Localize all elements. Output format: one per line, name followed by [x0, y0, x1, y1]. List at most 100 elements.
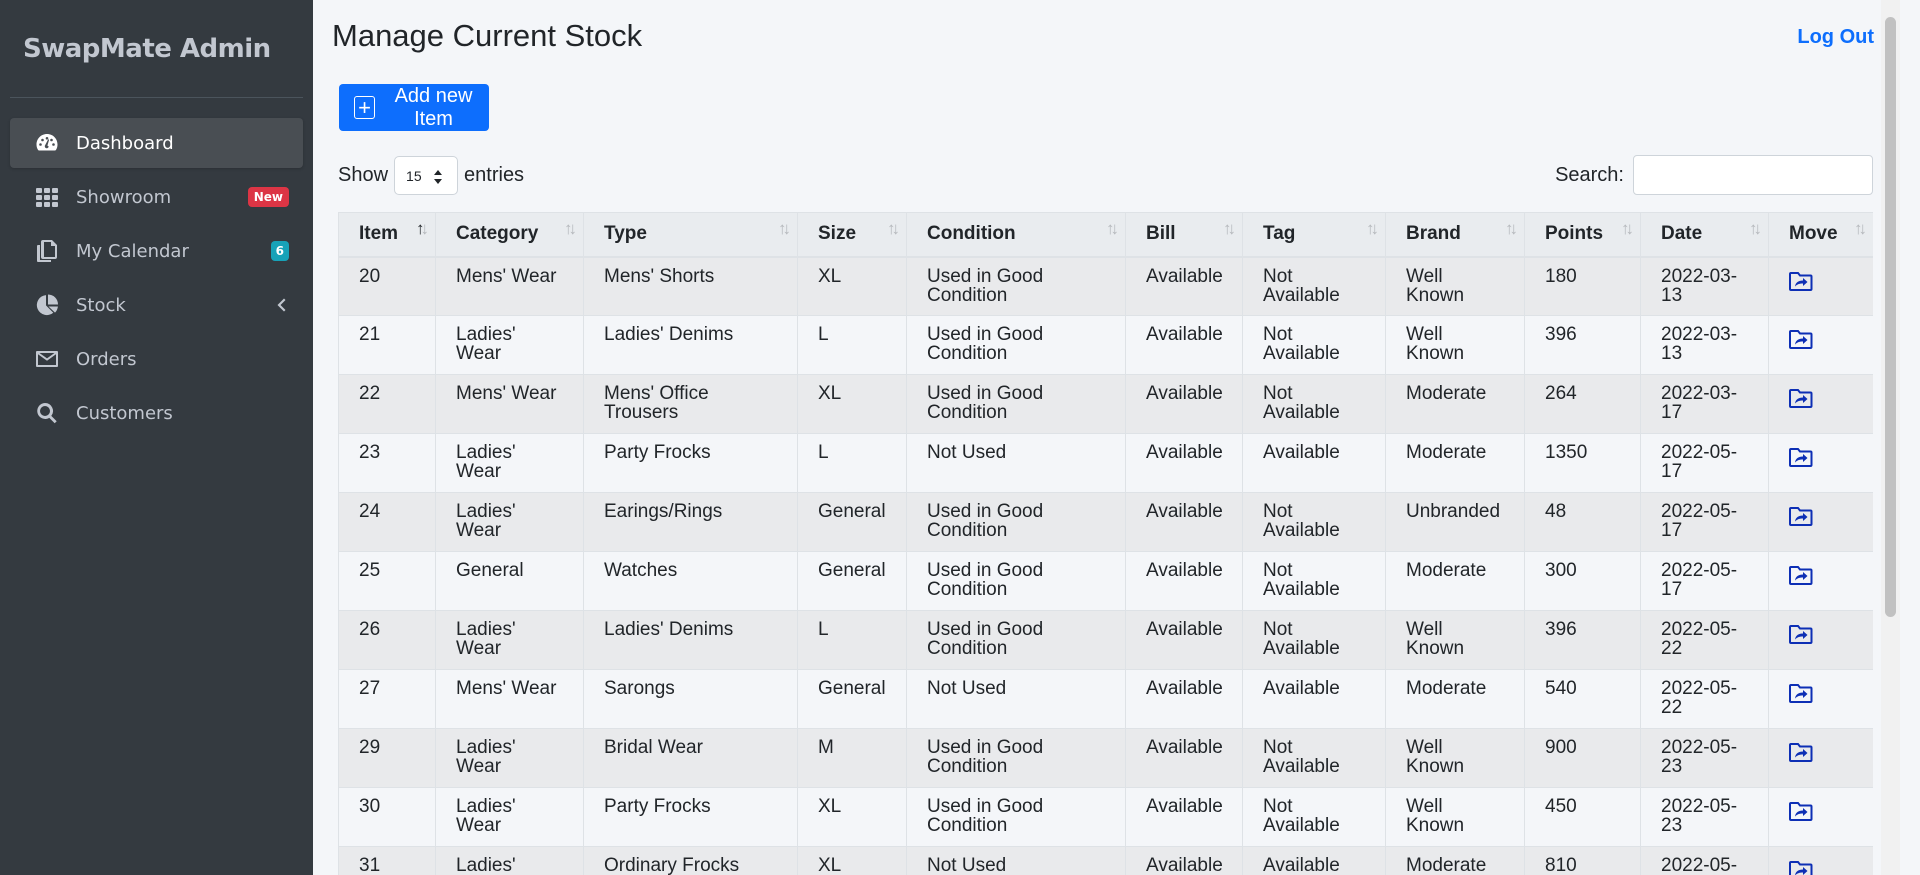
sidebar-item-dashboard[interactable]: Dashboard: [10, 118, 303, 168]
column-header-item[interactable]: Item ↑↓: [338, 212, 436, 258]
column-header-points[interactable]: Points ↑↓: [1524, 212, 1641, 258]
sort-icon[interactable]: ↑↓: [1366, 219, 1379, 239]
table-row: 30 Ladies' Wear Party Frocks XL Used in Good…: [338, 787, 1873, 847]
column-header-label: Size: [818, 223, 857, 244]
sidebar-item-my-calendar[interactable]: My Calendar 6: [10, 226, 303, 276]
sort-icon[interactable]: ↑↓: [1854, 219, 1867, 239]
move-folder-icon[interactable]: [1789, 741, 1813, 763]
table-cell-category: Mens' Wear: [435, 374, 584, 434]
page-scrollbar[interactable]: [1881, 0, 1900, 875]
table-cell-item: 24: [338, 492, 436, 552]
column-header-type[interactable]: Type ↑↓: [583, 212, 798, 258]
move-folder-icon[interactable]: [1789, 505, 1813, 527]
main-content: Manage Current Stock Log Out + Add new I…: [313, 0, 1900, 875]
column-header-bill[interactable]: Bill ↑↓: [1125, 212, 1243, 258]
table-cell-item: 30: [338, 787, 436, 847]
sort-icon[interactable]: ↑↓: [887, 219, 900, 239]
pie-chart-icon: [34, 292, 60, 318]
table-cell-category: Ladies' Wear: [435, 610, 584, 670]
table-cell-condition: Used in Good Condition: [906, 787, 1126, 847]
table-cell-type: Ladies' Denims: [583, 315, 798, 375]
chevron-left-icon[interactable]: [273, 297, 289, 313]
table-cell-category: Ladies' Wear: [435, 433, 584, 493]
scrollbar-thumb[interactable]: [1885, 17, 1896, 617]
table-cell-category: Ladies' Wear: [435, 787, 584, 847]
brand[interactable]: SwapMate Admin: [10, 0, 303, 98]
sort-icon[interactable]: ↑↓: [1505, 219, 1518, 239]
table-cell-tag: Available: [1242, 433, 1386, 493]
sidebar-item-label: Dashboard: [76, 132, 174, 154]
table-cell-tag: Not Available: [1242, 256, 1386, 316]
sort-icon[interactable]: ↑↓: [778, 219, 791, 239]
sort-icon[interactable]: ↑↓: [1749, 219, 1762, 239]
table-cell-date: 2022-05-23: [1640, 787, 1769, 847]
add-new-item-button[interactable]: + Add new Item: [339, 84, 489, 131]
table-cell-condition: Used in Good Condition: [906, 610, 1126, 670]
table-cell-points: 300: [1524, 551, 1641, 611]
table-cell-tag: Not Available: [1242, 374, 1386, 434]
table-cell-item: 23: [338, 433, 436, 493]
move-folder-icon[interactable]: [1789, 859, 1813, 875]
table-cell-date: 2022-05-17: [1640, 551, 1769, 611]
sort-icon[interactable]: ↑↓: [1621, 219, 1634, 239]
table-cell-condition: Not Used: [906, 669, 1126, 729]
table-cell-points: 450: [1524, 787, 1641, 847]
sidebar-item-orders[interactable]: Orders: [10, 334, 303, 384]
column-header-condition[interactable]: Condition ↑↓: [906, 212, 1126, 258]
sort-icon[interactable]: ↑↓: [416, 219, 429, 239]
table-cell-bill: Available: [1125, 787, 1243, 847]
logout-link[interactable]: Log Out: [1797, 26, 1874, 49]
column-header-tag[interactable]: Tag ↑↓: [1242, 212, 1386, 258]
brand-title[interactable]: SwapMate Admin: [23, 34, 271, 64]
column-header-size[interactable]: Size ↑↓: [797, 212, 907, 258]
table-cell-size: XL: [797, 846, 907, 875]
table-cell-type: Party Frocks: [583, 787, 798, 847]
sidebar-item-stock[interactable]: Stock: [10, 280, 303, 330]
table-cell-brand: Unbranded: [1385, 492, 1525, 552]
move-folder-icon[interactable]: [1789, 328, 1813, 350]
entries-select[interactable]: 15: [394, 156, 459, 195]
table-row: 31Ladies' WearOrdinary FrocksXLNot UsedA…: [338, 846, 1873, 875]
table-header: Item ↑↓ Category ↑↓ Type ↑↓ Size ↑↓ Condition ↑↓ B…: [338, 212, 1873, 258]
table-cell-condition: Not Used: [906, 846, 1126, 875]
table-cell-date: 2022-05-17: [1640, 433, 1769, 493]
table-cell-type: Ladies' Denims: [583, 610, 798, 670]
move-folder-icon[interactable]: [1789, 682, 1813, 704]
sidebar: SwapMate Admin Dashboard Showroom New My…: [0, 0, 313, 875]
move-folder-icon[interactable]: [1789, 270, 1813, 292]
table-cell-type: Party Frocks: [583, 433, 798, 493]
search-control: Search:: [1555, 155, 1873, 195]
table-cell-size: General: [797, 492, 907, 552]
move-folder-icon[interactable]: [1789, 623, 1813, 645]
sidebar-item-label: My Calendar: [76, 240, 189, 262]
table-cell-points: 540: [1524, 669, 1641, 729]
column-header-brand[interactable]: Brand ↑↓: [1385, 212, 1525, 258]
table-cell-move: [1768, 610, 1873, 670]
table-cell-type: Mens' Office Trousers: [583, 374, 798, 434]
column-header-label: Move: [1789, 223, 1838, 244]
move-folder-icon[interactable]: [1789, 387, 1813, 409]
sort-icon[interactable]: ↑↓: [1106, 219, 1119, 239]
sort-icon[interactable]: ↑↓: [1223, 219, 1236, 239]
table-cell-item: 21: [338, 315, 436, 375]
sort-icon[interactable]: ↑↓: [564, 219, 577, 239]
table-cell-category: Mens' Wear: [435, 256, 584, 316]
column-header-label: Condition: [927, 223, 1016, 244]
table-cell-move: [1768, 728, 1873, 788]
table-cell-size: General: [797, 551, 907, 611]
column-header-category[interactable]: Category ↑↓: [435, 212, 584, 258]
sidebar-item-showroom[interactable]: Showroom New: [10, 172, 303, 222]
move-folder-icon[interactable]: [1789, 564, 1813, 586]
move-folder-icon[interactable]: [1789, 446, 1813, 468]
sidebar-item-customers[interactable]: Customers: [10, 388, 303, 438]
table-cell-points: 810: [1524, 846, 1641, 875]
table-cell-move: [1768, 846, 1873, 875]
move-folder-icon[interactable]: [1789, 800, 1813, 822]
column-header-move[interactable]: Move ↑↓: [1768, 212, 1873, 258]
table-cell-item: 27: [338, 669, 436, 729]
column-header-date[interactable]: Date ↑↓: [1640, 212, 1769, 258]
copy-icon: [34, 238, 60, 264]
search-input[interactable]: [1633, 155, 1873, 195]
stock-table-container: Item ↑↓ Category ↑↓ Type ↑↓ Size ↑↓ Condition ↑↓ B…: [338, 212, 1873, 875]
column-header-label: Brand: [1406, 223, 1461, 244]
